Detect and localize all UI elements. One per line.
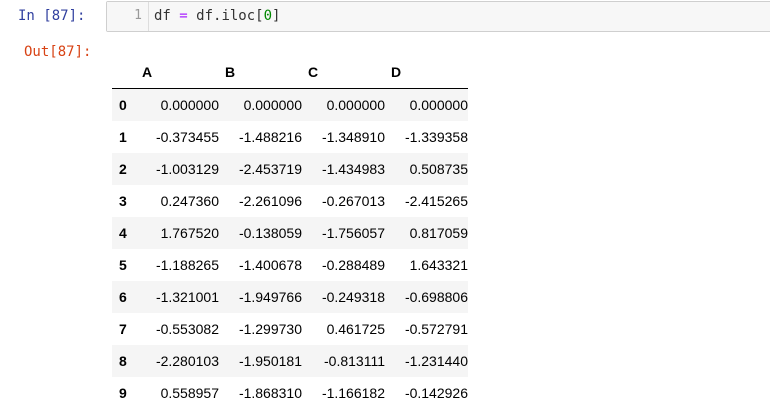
index-header bbox=[112, 57, 136, 89]
code-cell-editor[interactable]: 1 df = df.iloc[0] bbox=[106, 1, 770, 32]
table-cell: -1.188265 bbox=[155, 257, 219, 273]
table-row: 2 -1.003129 -2.453719 -1.434983 0.508735 bbox=[112, 153, 468, 185]
table-cell: -2.415265 bbox=[404, 193, 468, 209]
column-header: D bbox=[385, 57, 468, 89]
code-token: df bbox=[154, 8, 180, 24]
table-cell: -0.572791 bbox=[404, 321, 468, 337]
line-number: 1 bbox=[134, 8, 142, 23]
table-cell: 1.767520 bbox=[160, 225, 219, 241]
table-cell: -1.488216 bbox=[238, 129, 302, 145]
table-cell: 0.558957 bbox=[160, 385, 219, 401]
code-token: ] bbox=[272, 8, 281, 24]
row-index: 1 bbox=[119, 129, 127, 145]
table-cell: -1.950181 bbox=[238, 353, 302, 369]
table-cell: -0.267013 bbox=[321, 193, 385, 209]
table-cell: -0.288489 bbox=[321, 257, 385, 273]
header-row: A B C D bbox=[112, 57, 468, 89]
table-row: 8 -2.280103 -1.950181 -0.813111 -1.231440 bbox=[112, 345, 468, 377]
table-cell: -1.299730 bbox=[238, 321, 302, 337]
table-cell: 0.461725 bbox=[326, 321, 385, 337]
table-cell: -1.434983 bbox=[321, 161, 385, 177]
table-row: 3 0.247360 -2.261096 -0.267013 -2.415265 bbox=[112, 185, 468, 217]
table-row: 9 0.558957 -1.868310 -1.166182 -0.142926 bbox=[112, 377, 468, 409]
table-row: 0 0.000000 0.000000 0.000000 0.000000 bbox=[112, 88, 468, 121]
table-row: 6 -1.321001 -1.949766 -0.249318 -0.698806 bbox=[112, 281, 468, 313]
table-cell: -1.868310 bbox=[238, 385, 302, 401]
code-number: 0 bbox=[263, 8, 273, 24]
row-index: 3 bbox=[119, 193, 127, 209]
table-cell: -0.249318 bbox=[321, 289, 385, 305]
line-number-gutter: 1 bbox=[107, 2, 149, 31]
dataframe-table: A B C D 0 0.000000 0.000000 0.000000 0.00000… bbox=[112, 57, 468, 409]
output-prompt: Out[87]: bbox=[24, 44, 92, 60]
table-cell: 0.000000 bbox=[409, 97, 468, 113]
code-token: df.iloc[ bbox=[187, 8, 264, 24]
code-operator: = bbox=[179, 8, 188, 24]
table-cell: 0.000000 bbox=[326, 97, 385, 113]
table-cell: 0.247360 bbox=[160, 193, 219, 209]
code-line[interactable]: df = df.iloc[0] bbox=[154, 7, 280, 25]
table-cell: -2.280103 bbox=[155, 353, 219, 369]
table-cell: -2.453719 bbox=[238, 161, 302, 177]
table-row: 5 -1.188265 -1.400678 -0.288489 1.643321 bbox=[112, 249, 468, 281]
row-index: 7 bbox=[119, 321, 127, 337]
column-header: C bbox=[302, 57, 385, 89]
row-index: 2 bbox=[119, 161, 127, 177]
table-cell: -1.166182 bbox=[321, 385, 385, 401]
column-header: A bbox=[136, 57, 219, 89]
table-cell: -0.142926 bbox=[404, 385, 468, 401]
table-cell: -0.698806 bbox=[404, 289, 468, 305]
table-cell: 0.508735 bbox=[409, 161, 468, 177]
table-cell: -1.321001 bbox=[155, 289, 219, 305]
table-cell: 1.643321 bbox=[409, 257, 468, 273]
input-prompt: In [87]: bbox=[18, 8, 86, 24]
table-cell: -1.003129 bbox=[155, 161, 219, 177]
table-cell: -1.756057 bbox=[321, 225, 385, 241]
table-cell: -1.348910 bbox=[321, 129, 385, 145]
table-row: 4 1.767520 -0.138059 -1.756057 0.817059 bbox=[112, 217, 468, 249]
table-cell: -1.231440 bbox=[404, 353, 468, 369]
table-cell: -1.339358 bbox=[404, 129, 468, 145]
table-cell: 0.817059 bbox=[409, 225, 468, 241]
row-index: 8 bbox=[119, 353, 127, 369]
row-index: 6 bbox=[119, 289, 127, 305]
table-cell: -0.813111 bbox=[324, 353, 385, 369]
table-row: 7 -0.553082 -1.299730 0.461725 -0.572791 bbox=[112, 313, 468, 345]
row-index: 9 bbox=[119, 385, 127, 401]
row-index: 0 bbox=[119, 97, 127, 113]
table-cell: 0.000000 bbox=[160, 97, 219, 113]
table-cell: -0.373455 bbox=[155, 129, 219, 145]
table-cell: -0.138059 bbox=[238, 225, 302, 241]
table-cell: -1.949766 bbox=[238, 289, 302, 305]
row-index: 4 bbox=[119, 225, 127, 241]
row-index: 5 bbox=[119, 257, 127, 273]
column-header: B bbox=[219, 57, 302, 89]
table-cell: -2.261096 bbox=[238, 193, 302, 209]
table-cell: 0.000000 bbox=[243, 97, 302, 113]
table-cell: -0.553082 bbox=[155, 321, 219, 337]
table-cell: -1.400678 bbox=[238, 257, 302, 273]
table-row: 1 -0.373455 -1.488216 -1.348910 -1.339358 bbox=[112, 121, 468, 153]
